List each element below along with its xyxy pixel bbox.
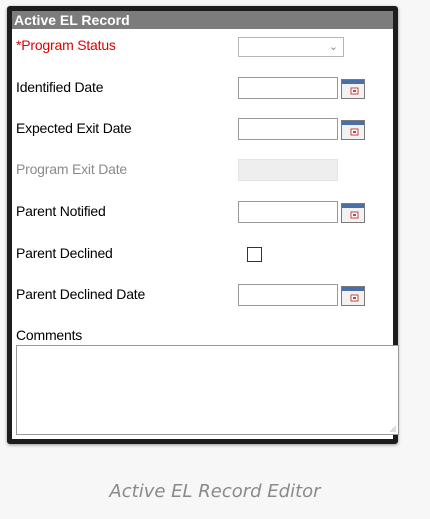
program-status-label: *Program Status xyxy=(16,37,116,53)
panel-header: Active EL Record xyxy=(12,11,393,29)
calendar-icon[interactable] xyxy=(341,203,365,223)
calendar-icon[interactable] xyxy=(341,286,365,306)
calendar-icon[interactable] xyxy=(341,79,365,99)
parent-notified-field[interactable] xyxy=(238,201,338,223)
calendar-icon[interactable] xyxy=(341,120,365,140)
active-el-record-panel: Active EL Record *Program Status ⌄ Ident… xyxy=(7,6,399,444)
expected-exit-date-label: Expected Exit Date xyxy=(16,120,132,136)
figure-caption: Active EL Record Editor xyxy=(109,481,321,502)
resize-grip-icon[interactable] xyxy=(389,425,396,432)
parent-declined-date-label: Parent Declined Date xyxy=(16,286,146,302)
comments-label: Comments xyxy=(16,327,83,343)
program-exit-date-label: Program Exit Date xyxy=(16,161,127,177)
comments-textarea[interactable] xyxy=(16,345,399,435)
identified-date-field[interactable] xyxy=(238,77,338,99)
program-exit-date-field xyxy=(238,159,338,181)
parent-notified-label: Parent Notified xyxy=(16,203,106,219)
program-status-select[interactable]: ⌄ xyxy=(238,37,344,57)
parent-declined-checkbox[interactable] xyxy=(247,247,262,262)
parent-declined-label: Parent Declined xyxy=(16,245,113,261)
parent-declined-date-field[interactable] xyxy=(238,284,338,306)
expected-exit-date-field[interactable] xyxy=(238,118,338,140)
chevron-down-icon: ⌄ xyxy=(328,41,338,53)
identified-date-label: Identified Date xyxy=(16,79,104,95)
